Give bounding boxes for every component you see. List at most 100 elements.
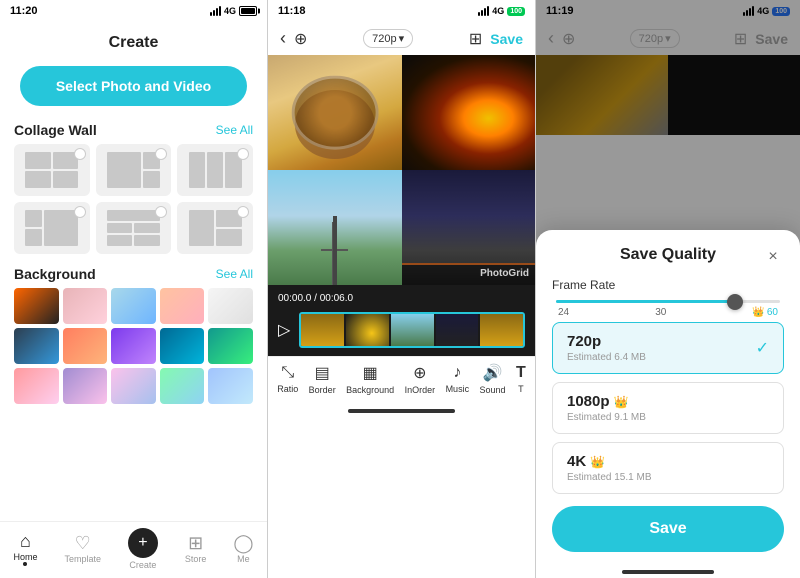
toolbar-inorder-label: InOrder (405, 385, 436, 395)
toolbar-sound-label: Sound (480, 385, 506, 395)
bg-item-3[interactable] (111, 288, 156, 324)
collage-item-2[interactable] (96, 144, 172, 196)
toolbar-music-label: Music (446, 384, 470, 394)
editor-toolbar: ⤡ Ratio ▤ Border ▦ Background ⊕ InOrder … (268, 356, 535, 403)
toolbar-border-label: Border (309, 385, 336, 395)
bg-item-15[interactable] (208, 368, 253, 404)
toolbar-ratio[interactable]: ⤡ Ratio (277, 364, 298, 394)
bg-item-8[interactable] (111, 328, 156, 364)
status-icons-1: 4G (210, 6, 257, 16)
frame-rate-label: Frame Rate (552, 278, 784, 292)
timeline-thumbs (299, 312, 525, 348)
battery-icon-1 (239, 6, 257, 16)
quality-1080p-res: 1080p 👑 (567, 393, 646, 410)
bg-item-14[interactable] (160, 368, 205, 404)
bg-item-1[interactable] (14, 288, 59, 324)
layers-icon[interactable]: ⊕ (294, 29, 307, 49)
background-see-all[interactable]: See All (216, 267, 253, 281)
toolbar-border[interactable]: ▤ Border (309, 363, 336, 395)
grid-icon[interactable]: ⊞ (469, 29, 482, 49)
timeline-track[interactable]: ▷ (278, 310, 525, 350)
toolbar-music[interactable]: ♪ Music (446, 364, 470, 394)
quality-720p-res: 720p (567, 333, 646, 350)
slider-mid-label: 30 (655, 307, 666, 318)
editor-nav-icons: ‹ ⊕ (280, 28, 307, 49)
collage-see-all[interactable]: See All (216, 123, 253, 137)
bg-item-4[interactable] (160, 288, 205, 324)
sound-icon: 🔊 (483, 363, 503, 383)
toolbar-background[interactable]: ▦ Background (346, 363, 394, 395)
status-bar-1: 11:20 4G (0, 0, 267, 22)
signal-icon-1 (210, 6, 221, 16)
nav-indicator (23, 562, 27, 566)
profile-icon: ◯ (233, 534, 253, 552)
toolbar-t-label: T (518, 384, 524, 394)
play-button[interactable]: ▷ (278, 320, 290, 340)
quality-720p[interactable]: 720p Estimated 6.4 MB ✓ (552, 322, 784, 374)
frame-rate-slider[interactable]: 24 30 👑 60 (552, 300, 784, 318)
collage-item-3[interactable] (177, 144, 253, 196)
timeline-time: 00:00.0 / 00:06.0 (278, 293, 525, 304)
toolbar-inorder[interactable]: ⊕ InOrder (405, 363, 436, 395)
nav-home[interactable]: ⌂ Home (13, 532, 37, 566)
bg-item-9[interactable] (160, 328, 205, 364)
food-image (268, 55, 402, 170)
back-button[interactable]: ‹ (280, 28, 286, 49)
bottom-nav-1: ⌂ Home ♡ Template + Create ⊞ Store ◯ Me (0, 521, 267, 578)
background-grid (0, 288, 267, 372)
video-cell-tower (268, 170, 402, 285)
quality-4k-sub: Estimated 15.1 MB (567, 472, 651, 483)
collage-item-1[interactable] (14, 144, 90, 196)
save-button-2[interactable]: Save (490, 31, 523, 47)
quality-1080p-sub: Estimated 9.1 MB (567, 412, 646, 423)
text-icon: T (516, 364, 526, 382)
collage-grid (0, 144, 267, 262)
quality-4k-res: 4K 👑 (567, 453, 651, 470)
sheet-title-row: Save Quality × (552, 246, 784, 264)
select-photo-video-button[interactable]: Select Photo and Video (20, 66, 247, 106)
quality-4k-info: 4K 👑 Estimated 15.1 MB (567, 453, 651, 483)
crown-4k-icon: 👑 (590, 455, 605, 469)
bg-item-7[interactable] (63, 328, 108, 364)
collage-section-title: Collage Wall (14, 122, 97, 138)
status-bar-2: 11:18 4G 100 (268, 0, 535, 22)
chevron-down-icon: ▾ (399, 32, 405, 45)
toolbar-sound[interactable]: 🔊 Sound (480, 363, 506, 395)
toolbar-ratio-label: Ratio (277, 384, 298, 394)
bg-item-10[interactable] (208, 328, 253, 364)
resolution-label: 720p (372, 33, 396, 45)
nav-me-label: Me (237, 554, 250, 564)
sheet-close-button[interactable]: × (762, 246, 784, 268)
background-section-title: Background (14, 266, 96, 282)
quality-720p-sub: Estimated 6.4 MB (567, 352, 646, 363)
quality-4k[interactable]: 4K 👑 Estimated 15.1 MB (552, 442, 784, 494)
nav-template-label: Template (64, 554, 101, 564)
quality-1080p[interactable]: 1080p 👑 Estimated 9.1 MB (552, 382, 784, 434)
timeline: 00:00.0 / 00:06.0 ▷ (268, 285, 535, 356)
slider-thumb[interactable] (727, 294, 743, 310)
resolution-badge[interactable]: 720p ▾ (363, 29, 413, 48)
create-plus-icon: + (128, 528, 158, 558)
panel-create: 11:20 4G Create Select Photo and Video C… (0, 0, 268, 578)
background-icon: ▦ (363, 363, 378, 383)
bg-item-5[interactable] (208, 288, 253, 324)
bg-item-2[interactable] (63, 288, 108, 324)
nav-template[interactable]: ♡ Template (64, 534, 101, 564)
nav-me[interactable]: ◯ Me (233, 534, 253, 564)
bg-item-11[interactable] (14, 368, 59, 404)
nav-create[interactable]: + Create (128, 528, 158, 570)
bg-item-12[interactable] (63, 368, 108, 404)
collage-item-6[interactable] (177, 202, 253, 254)
collage-item-5[interactable] (96, 202, 172, 254)
sheet-save-button[interactable]: Save (552, 506, 784, 552)
slider-fill (556, 300, 735, 303)
music-icon: ♪ (453, 364, 461, 382)
slider-max-label: 👑 60 (752, 307, 778, 318)
collage-item-4[interactable] (14, 202, 90, 254)
page-title-1: Create (0, 22, 267, 60)
bg-item-13[interactable] (111, 368, 156, 404)
bg-item-6[interactable] (14, 328, 59, 364)
toolbar-bg-label: Background (346, 385, 394, 395)
nav-store[interactable]: ⊞ Store (185, 534, 207, 564)
toolbar-text[interactable]: T T (516, 364, 526, 394)
